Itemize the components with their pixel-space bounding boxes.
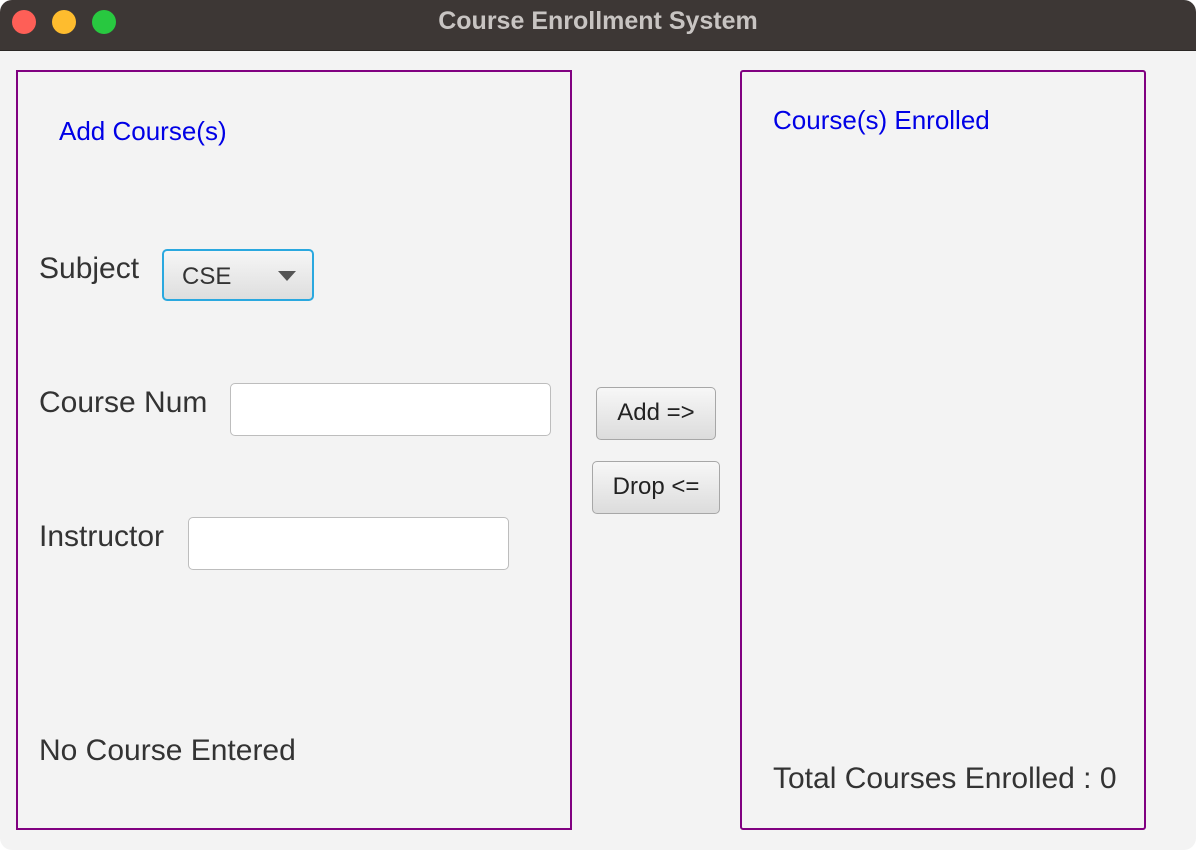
drop-button[interactable]: Drop <=	[592, 461, 720, 514]
subject-dropdown-value: CSE	[182, 263, 232, 290]
app-window: Course Enrollment System Add Course(s) S…	[0, 0, 1196, 850]
window-title: Course Enrollment System	[438, 7, 758, 35]
course-num-label: Course Num	[39, 386, 208, 419]
add-button[interactable]: Add =>	[596, 387, 716, 440]
instructor-label: Instructor	[39, 520, 165, 553]
chevron-down-icon	[278, 271, 296, 281]
enrolled-courses-heading: Course(s) Enrolled	[773, 105, 990, 135]
instructor-input[interactable]	[188, 517, 509, 570]
subject-label: Subject	[39, 252, 140, 285]
total-courses-enrolled: Total Courses Enrolled : 0	[773, 762, 1117, 795]
enrolled-courses-panel: Course(s) Enrolled Total Courses Enrolle…	[740, 70, 1146, 830]
subject-dropdown[interactable]: CSE	[162, 249, 314, 301]
add-course-heading: Add Course(s)	[59, 116, 227, 146]
add-course-panel: Add Course(s) Subject CSE Course Num Ins…	[16, 70, 572, 830]
course-num-input[interactable]	[230, 383, 551, 436]
title-bar: Course Enrollment System	[0, 0, 1196, 51]
status-message: No Course Entered	[39, 734, 296, 767]
